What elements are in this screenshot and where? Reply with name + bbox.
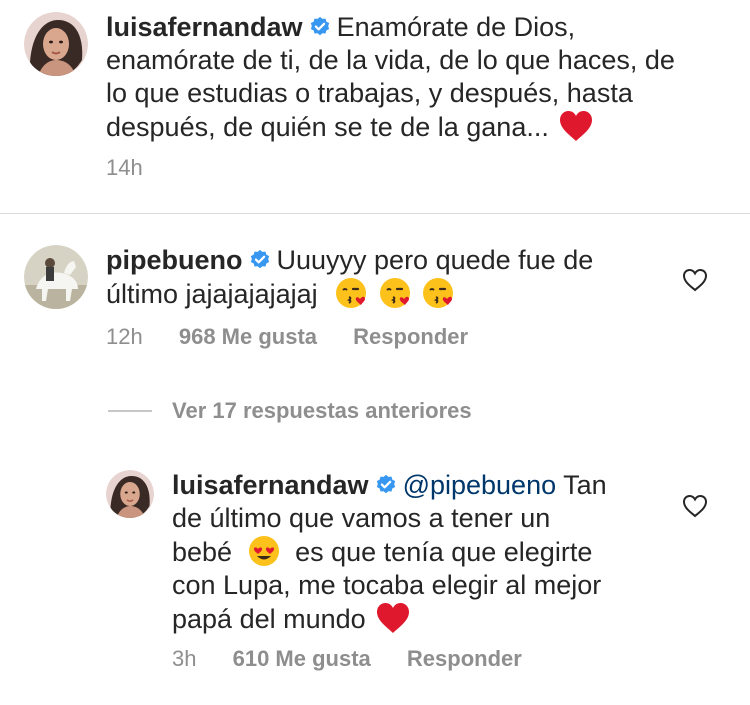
timestamp: 12h [106,324,143,349]
timestamp: 14h [106,155,143,180]
verified-badge-icon [310,16,329,36]
profile-photo-icon [24,12,88,76]
comment-text: Uuuyyy pero quede fue de [276,245,594,275]
kissing-face-with-heart-icon [379,278,410,308]
divider [108,410,152,412]
reply-text: bebé [172,537,233,567]
verified-badge-icon [250,249,269,269]
likes-count[interactable]: 610 Me gusta [233,646,371,671]
reply-button[interactable]: Responder [407,646,522,671]
mention-link[interactable]: @pipebueno [403,470,557,500]
avatar[interactable] [24,12,88,76]
caption-text: enamórate de ti, de la vida, de lo que h… [106,45,675,75]
reply-text: Tan [563,470,607,500]
red-heart-icon [377,603,410,633]
likes-count[interactable]: 968 Me gusta [179,324,317,349]
divider [0,213,750,214]
timestamp: 3h [172,646,197,671]
reply-text: es que tenía que elegirte [295,537,593,567]
view-replies-label: Ver 17 respuestas anteriores [172,398,472,423]
like-heart-icon[interactable] [682,268,708,292]
reply-text: papá del mundo [172,604,366,634]
kissing-face-with-heart-icon [336,278,367,308]
avatar[interactable] [24,245,88,309]
caption-text: después, de quién se te de la gana... [106,112,549,142]
reply-text: de último que vamos a tener un [172,503,551,533]
username[interactable]: luisafernandaw [172,470,369,500]
profile-photo-icon [24,245,88,309]
heart-eyes-icon [248,536,279,566]
comment-text: último jajajajajajaj [106,279,318,309]
view-replies-button[interactable]: Ver 17 respuestas anteriores [108,397,472,425]
reply-button[interactable]: Responder [353,324,468,349]
profile-photo-icon [106,470,154,518]
kissing-face-with-heart-icon [423,278,454,308]
verified-badge-icon [376,474,395,494]
username[interactable]: luisafernandaw [106,12,303,42]
red-heart-icon [560,111,593,141]
username[interactable]: pipebueno [106,245,243,275]
avatar[interactable] [106,470,154,518]
caption-text: Enamórate de Dios, [336,12,576,42]
reply-text: con Lupa, me tocaba elegir al mejor [172,570,602,600]
like-heart-icon[interactable] [682,494,708,518]
caption-text: lo que estudias o trabajas, y después, h… [106,78,633,108]
